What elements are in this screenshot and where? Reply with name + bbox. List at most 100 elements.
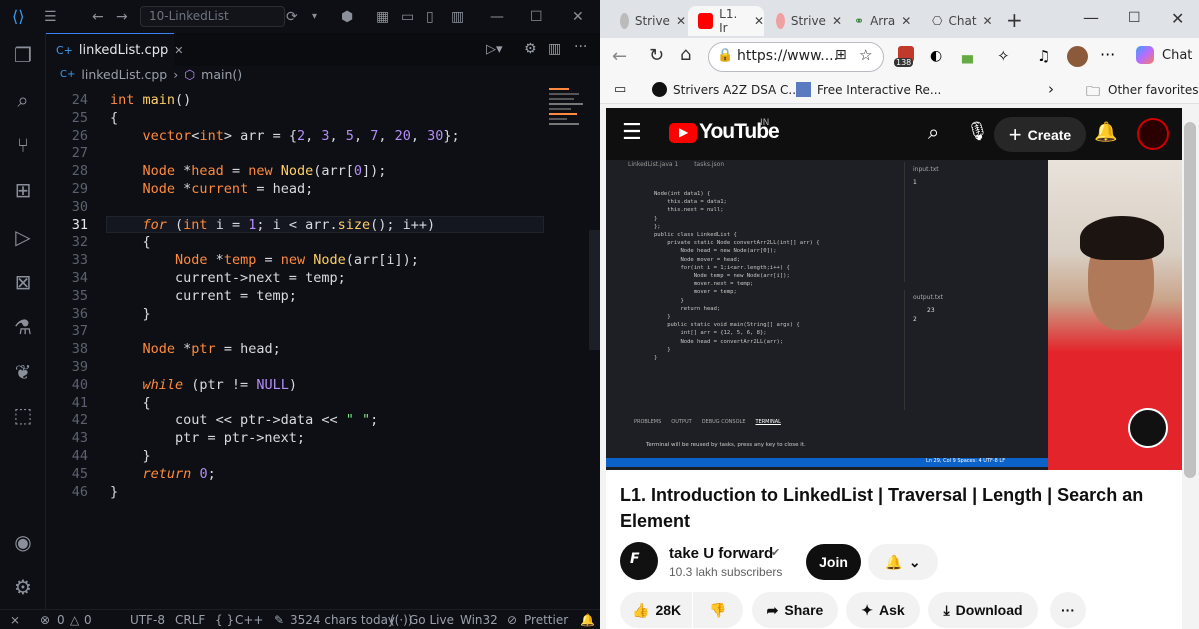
code-line[interactable]: Node *current = head;	[110, 181, 314, 197]
refresh-icon[interactable]: ↻	[649, 45, 664, 66]
code-line[interactable]: int main()	[110, 92, 191, 108]
mongodb-leaf-icon[interactable]: ❦	[11, 360, 35, 384]
notifications-bell-icon[interactable]: 🔔	[1094, 120, 1118, 143]
editor-scrollbar[interactable]	[589, 230, 600, 350]
account-icon[interactable]: ◉	[11, 530, 35, 554]
download-button[interactable]: ⤓ Download	[928, 592, 1038, 628]
puzzle-icon[interactable]: ✧	[997, 47, 1010, 65]
menu-icon[interactable]: ☰	[44, 9, 57, 25]
search-icon[interactable]: ⌕	[928, 120, 939, 144]
video-player[interactable]: LinkedList.java 1 tasks.json Node(int da…	[606, 160, 1182, 470]
like-button[interactable]: 👍 28K	[620, 592, 692, 628]
breadcrumb-symbol[interactable]: main()	[201, 67, 242, 82]
code-line[interactable]: {	[110, 395, 151, 411]
code-line[interactable]: Node *temp = new Node(arr[i]);	[110, 252, 419, 268]
tab-close-icon[interactable]: ✕	[832, 14, 842, 28]
back-arrow-icon[interactable]: ←	[612, 46, 627, 67]
package-icon[interactable]: ⬚	[11, 403, 35, 427]
gear-icon[interactable]: ⚙	[524, 41, 537, 57]
app-available-icon[interactable]: ⊞	[835, 47, 847, 63]
maximize-icon[interactable]: ☐	[1128, 10, 1141, 26]
back-arrow-icon[interactable]: ←	[92, 9, 104, 25]
sidebar-toggle-icon[interactable]: ▭	[614, 82, 626, 97]
hamburger-menu-icon[interactable]: ☰	[622, 120, 642, 145]
breadcrumb-file[interactable]: linkedList.cpp	[81, 67, 167, 82]
tab-close-icon[interactable]: ✕	[901, 14, 911, 28]
minimize-icon[interactable]: —	[1083, 8, 1099, 27]
prettier-button[interactable]: Prettier	[524, 613, 568, 627]
tab-close-icon[interactable]: ✕	[676, 14, 686, 28]
ask-button[interactable]: ✦ Ask	[846, 592, 920, 628]
bookmark-item[interactable]: Strivers A2Z DSA C...	[673, 83, 800, 97]
avatar[interactable]	[1067, 46, 1088, 67]
extension-icon[interactable]: ◐	[930, 48, 942, 64]
code-line[interactable]: Node *ptr = head;	[110, 341, 281, 357]
source-control-icon[interactable]: ⑂	[11, 133, 35, 157]
remote-explorer-icon[interactable]: ⊠	[11, 270, 35, 294]
code-line[interactable]: current->next = temp;	[110, 270, 346, 286]
browser-tab-2[interactable]: Strive ✕	[766, 6, 842, 36]
panel-icon[interactable]: ▭	[401, 9, 414, 25]
code-line[interactable]: while (ptr != NULL)	[110, 377, 297, 393]
tab-linkedlist-cpp[interactable]: C+ linkedList.cpp ✕	[46, 33, 183, 66]
command-center-input[interactable]: 10-LinkedList	[140, 6, 285, 27]
copilot-chat-button[interactable]: Chat	[1162, 48, 1192, 63]
chevron-down-icon[interactable]: ▾	[312, 11, 317, 22]
collections-icon[interactable]: ♫	[1037, 47, 1050, 65]
testing-icon[interactable]: ⚗	[11, 315, 35, 339]
code-line[interactable]: return 0;	[110, 466, 216, 482]
favorite-star-icon[interactable]: ☆	[859, 46, 872, 64]
settings-gear-icon[interactable]: ⚙	[11, 575, 35, 599]
channel-name[interactable]: take U forward	[669, 545, 773, 562]
layout-icon[interactable]: ▦	[376, 9, 389, 25]
dislike-button[interactable]: 👎	[693, 592, 743, 628]
sidebar-icon[interactable]: ▯	[426, 9, 434, 25]
remote-icon[interactable]: ⨯	[10, 613, 20, 627]
new-tab-icon[interactable]: +	[1006, 8, 1023, 32]
line-ending[interactable]: CRLF	[175, 613, 205, 627]
chevron-right-icon[interactable]: ›	[1048, 80, 1054, 98]
tab-close-icon[interactable]: ✕	[983, 14, 993, 28]
extension-icon[interactable]: ▄	[962, 48, 973, 64]
more-icon[interactable]: ···	[574, 39, 587, 55]
code-line[interactable]: Node *head = new Node(arr[0]);	[110, 163, 387, 179]
explorer-icon[interactable]: ❐	[11, 43, 35, 67]
create-button[interactable]: + Create	[994, 117, 1086, 152]
join-button[interactable]: Join	[806, 544, 861, 580]
code-line[interactable]: ptr = ptr->next;	[110, 430, 305, 446]
other-favorites[interactable]: Other favorites	[1108, 83, 1199, 97]
maximize-icon[interactable]: ☐	[530, 9, 543, 25]
code-line[interactable]: current = temp;	[110, 288, 297, 304]
subscribe-bell-button[interactable]: 🔔 ⌄	[868, 544, 938, 580]
warnings-icon[interactable]: △	[70, 613, 79, 627]
microphone-icon[interactable]: 🎙	[966, 121, 989, 142]
minimap[interactable]	[546, 84, 590, 164]
home-icon[interactable]: ⌂	[680, 44, 691, 65]
code-line[interactable]: }	[110, 306, 151, 322]
code-line[interactable]: vector<int> arr = {2, 3, 5, 7, 20, 30};	[110, 128, 460, 144]
close-icon[interactable]: ✕	[572, 9, 584, 25]
copilot-icon[interactable]	[1136, 46, 1154, 64]
search-icon[interactable]: ⌕	[11, 88, 35, 112]
errors-count[interactable]: 0	[57, 613, 65, 627]
more-actions-button[interactable]: ···	[1050, 592, 1086, 628]
code-line[interactable]: }	[110, 448, 151, 464]
run-icon[interactable]: ▷▾	[486, 42, 503, 57]
code-line[interactable]: for (int i = 1; i < arr.size(); i++)	[110, 217, 436, 233]
share-button[interactable]: ➦ Share	[752, 592, 838, 628]
extensions-icon[interactable]: ⊞	[11, 178, 35, 202]
minimize-icon[interactable]: —	[490, 9, 504, 25]
close-icon[interactable]: ✕	[1171, 9, 1184, 28]
run-debug-icon[interactable]: ▷	[11, 225, 35, 249]
browser-tab-0[interactable]: Strive ✕	[610, 6, 686, 36]
bookmark-item[interactable]: Free Interactive Re...	[817, 83, 941, 97]
go-live-button[interactable]: Go Live	[409, 613, 454, 627]
browser-tab-3[interactable]: ⚭ Arra ✕	[844, 6, 920, 36]
tab-close-icon[interactable]: ✕	[174, 44, 183, 57]
url-input[interactable]: 🔒 https://www.... ⊞ ☆	[708, 42, 884, 72]
warnings-count[interactable]: 0	[84, 613, 92, 627]
code-line[interactable]: cout << ptr->data << " ";	[110, 412, 378, 428]
code-line[interactable]: {	[110, 110, 118, 126]
shield-icon[interactable]: ⬢	[341, 9, 353, 25]
bell-icon[interactable]: 🔔	[580, 613, 595, 627]
